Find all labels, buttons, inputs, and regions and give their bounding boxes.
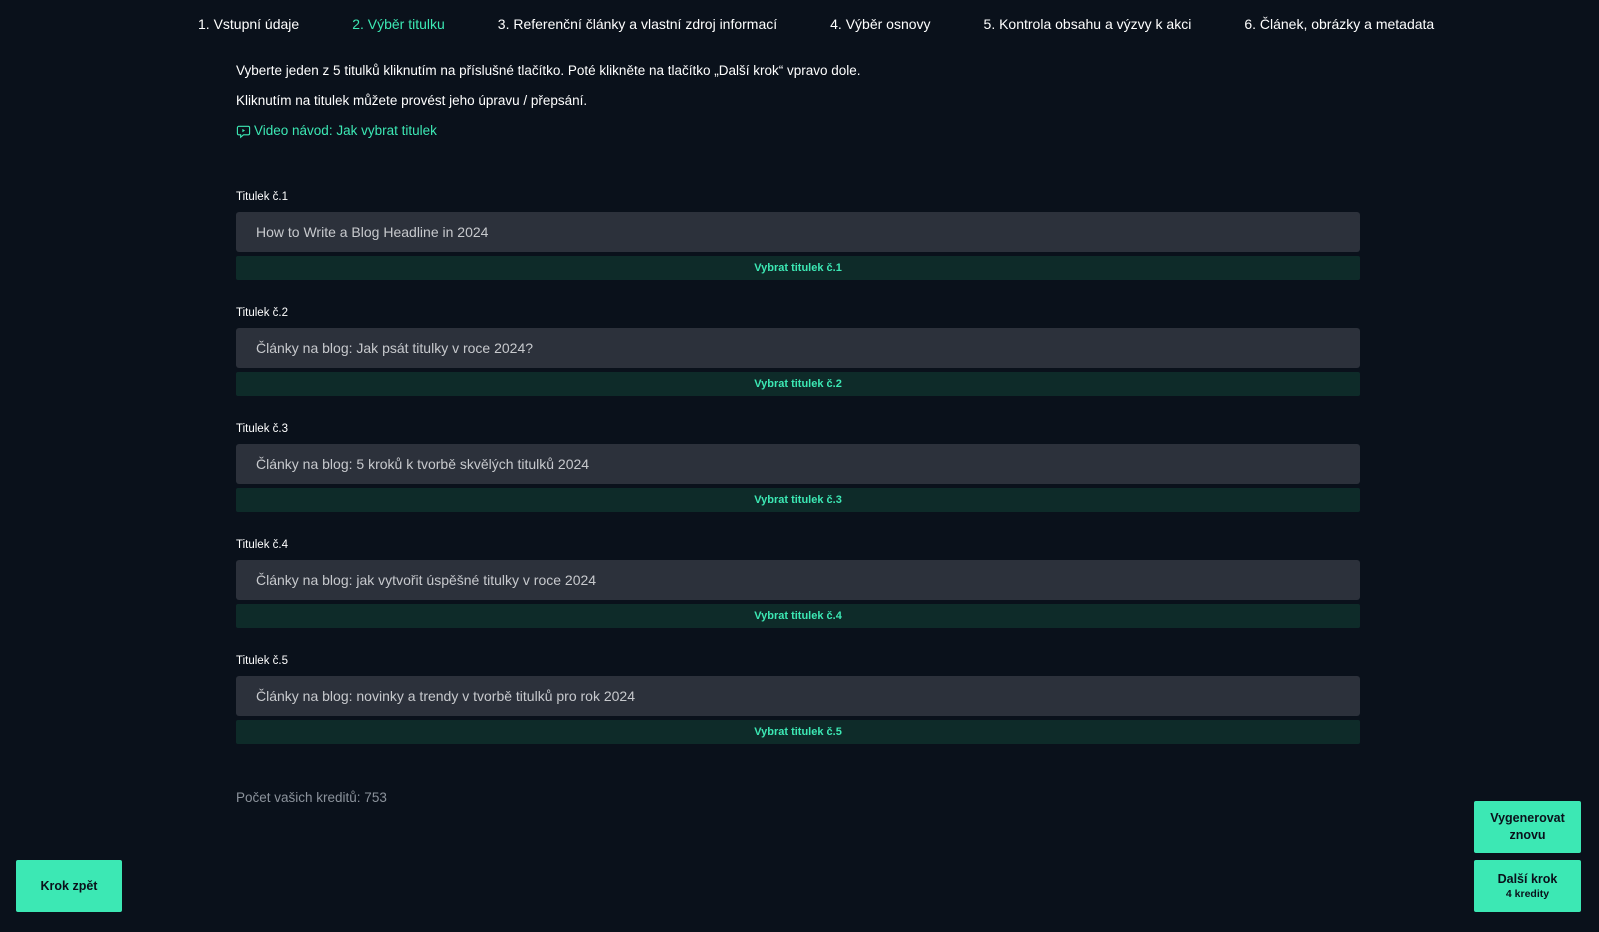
select-title-2-button[interactable]: Vybrat titulek č.2 <box>236 372 1360 396</box>
step-6[interactable]: 6. Článek, obrázky a metadata <box>1244 14 1434 34</box>
regenerate-button[interactable]: Vygenerovat znovu <box>1474 801 1581 853</box>
select-title-1-button[interactable]: Vybrat titulek č.1 <box>236 256 1360 280</box>
video-chat-icon <box>236 125 251 138</box>
step-2-active[interactable]: 2. Výběr titulku <box>352 14 445 34</box>
select-title-5-button[interactable]: Vybrat titulek č.5 <box>236 720 1360 744</box>
select-title-4-button[interactable]: Vybrat titulek č.4 <box>236 604 1360 628</box>
credit-balance: Počet vašich kreditů: 753 <box>236 790 387 805</box>
next-step-label: Další krok <box>1497 872 1558 886</box>
title-input-2[interactable] <box>236 328 1360 368</box>
title-label: Titulek č.5 <box>236 655 288 667</box>
title-input-5[interactable] <box>236 676 1360 716</box>
step-5[interactable]: 5. Kontrola obsahu a výzvy k akci <box>984 14 1192 34</box>
next-step-cost: 4 kredity <box>1505 888 1550 900</box>
step-4[interactable]: 4. Výběr osnovy <box>830 14 930 34</box>
regenerate-label: Vygenerovat znovu <box>1490 811 1565 842</box>
title-input-1[interactable] <box>236 212 1360 252</box>
title-input-3[interactable] <box>236 444 1360 484</box>
instruction-line-1: Vyberte jeden z 5 titulků kliknutím na p… <box>236 63 861 78</box>
title-label: Titulek č.4 <box>236 539 288 551</box>
title-option-2: Titulek č.2 Vybrat titulek č.2 <box>236 306 1360 422</box>
title-label: Titulek č.1 <box>236 191 288 203</box>
next-step-button[interactable]: Další krok 4 kredity <box>1474 860 1581 912</box>
step-1[interactable]: 1. Vstupní údaje <box>198 14 299 34</box>
title-label: Titulek č.3 <box>236 423 288 435</box>
instruction-line-2: Kliknutím na titulek můžete provést jeho… <box>236 93 588 108</box>
step-navigation: 1. Vstupní údaje 2. Výběr titulku 3. Ref… <box>198 14 1434 34</box>
title-label: Titulek č.2 <box>236 307 288 319</box>
title-option-3: Titulek č.3 Vybrat titulek č.3 <box>236 422 1360 538</box>
video-link-label: Video návod: Jak vybrat titulek <box>254 123 437 138</box>
select-title-3-button[interactable]: Vybrat titulek č.3 <box>236 488 1360 512</box>
title-input-4[interactable] <box>236 560 1360 600</box>
title-options: Titulek č.1 Vybrat titulek č.1 Titulek č… <box>236 190 1360 770</box>
video-tutorial-link[interactable]: Video návod: Jak vybrat titulek <box>236 122 861 140</box>
title-option-1: Titulek č.1 Vybrat titulek č.1 <box>236 190 1360 306</box>
title-option-4: Titulek č.4 Vybrat titulek č.4 <box>236 538 1360 654</box>
instructions: Vyberte jeden z 5 titulků kliknutím na p… <box>236 62 861 140</box>
step-3[interactable]: 3. Referenční články a vlastní zdroj inf… <box>498 14 777 34</box>
back-button[interactable]: Krok zpět <box>16 860 122 912</box>
title-option-5: Titulek č.5 Vybrat titulek č.5 <box>236 654 1360 770</box>
